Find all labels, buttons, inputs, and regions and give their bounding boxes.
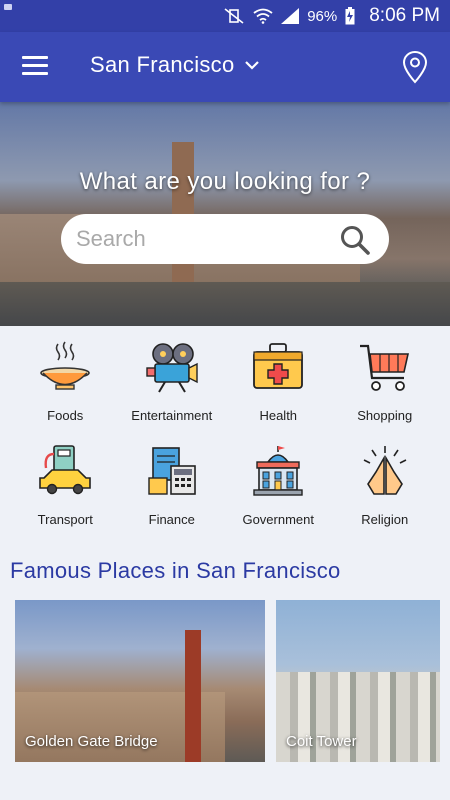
status-time: 8:06 PM <box>369 5 440 26</box>
category-label: Foods <box>47 408 84 423</box>
first-aid-kit-icon <box>253 343 304 389</box>
hero-title: What are you looking for ? <box>79 168 371 195</box>
category-label: Religion <box>361 512 409 527</box>
category-government[interactable]: Government <box>225 444 332 528</box>
finance-calculator-icon <box>148 447 196 495</box>
search-input[interactable] <box>76 226 326 252</box>
notification-icon <box>4 4 12 10</box>
praying-hands-icon <box>363 446 407 495</box>
category-label: Transport <box>37 512 93 527</box>
category-finance[interactable]: Finance <box>119 444 226 528</box>
category-label: Entertainment <box>131 408 213 423</box>
signal-icon <box>281 8 300 24</box>
category-grid: Foods Entertainment Health Shopping Tran… <box>12 340 438 528</box>
location-pin-icon[interactable] <box>402 50 428 84</box>
category-label: Shopping <box>357 408 413 423</box>
category-transport[interactable]: Transport <box>12 444 119 528</box>
wifi-icon <box>253 8 273 24</box>
app-bar: San Francisco <box>0 32 450 102</box>
taxi-fuel-icon <box>39 445 92 495</box>
film-camera-icon <box>146 343 198 393</box>
place-card-golden-gate-bridge[interactable]: Golden Gate Bridge <box>15 600 265 762</box>
battery-charging-icon <box>345 7 355 25</box>
hero-banner: What are you looking for ? <box>0 102 450 326</box>
menu-icon[interactable] <box>22 56 48 76</box>
category-entertainment[interactable]: Entertainment <box>119 340 226 424</box>
search-icon[interactable] <box>339 224 371 256</box>
place-card-coit-tower[interactable]: Coit Tower <box>276 600 440 762</box>
chevron-down-icon <box>244 61 259 70</box>
place-name: Coit Tower <box>286 733 357 750</box>
vibrate-mute-icon <box>224 8 244 24</box>
category-religion[interactable]: Religion <box>332 444 439 528</box>
famous-places-title: Famous Places in San Francisco <box>10 558 341 583</box>
hero-image-ground <box>0 282 450 326</box>
status-bar: 96% 8:06 PM <box>0 0 450 32</box>
shopping-cart-icon <box>359 344 409 391</box>
category-label: Finance <box>148 512 195 527</box>
category-health[interactable]: Health <box>225 340 332 424</box>
category-foods[interactable]: Foods <box>12 340 119 424</box>
category-label: Health <box>259 408 298 423</box>
category-shopping[interactable]: Shopping <box>332 340 439 424</box>
food-bowl-icon <box>40 341 91 390</box>
government-building-icon <box>253 446 303 496</box>
place-name: Golden Gate Bridge <box>25 733 158 750</box>
category-label: Government <box>242 512 315 527</box>
city-name: San Francisco <box>90 52 235 77</box>
city-selector[interactable]: San Francisco <box>90 52 259 78</box>
search-bar <box>61 214 389 264</box>
battery-percent: 96% <box>307 7 338 25</box>
place-image-bridge-tower <box>185 630 201 762</box>
